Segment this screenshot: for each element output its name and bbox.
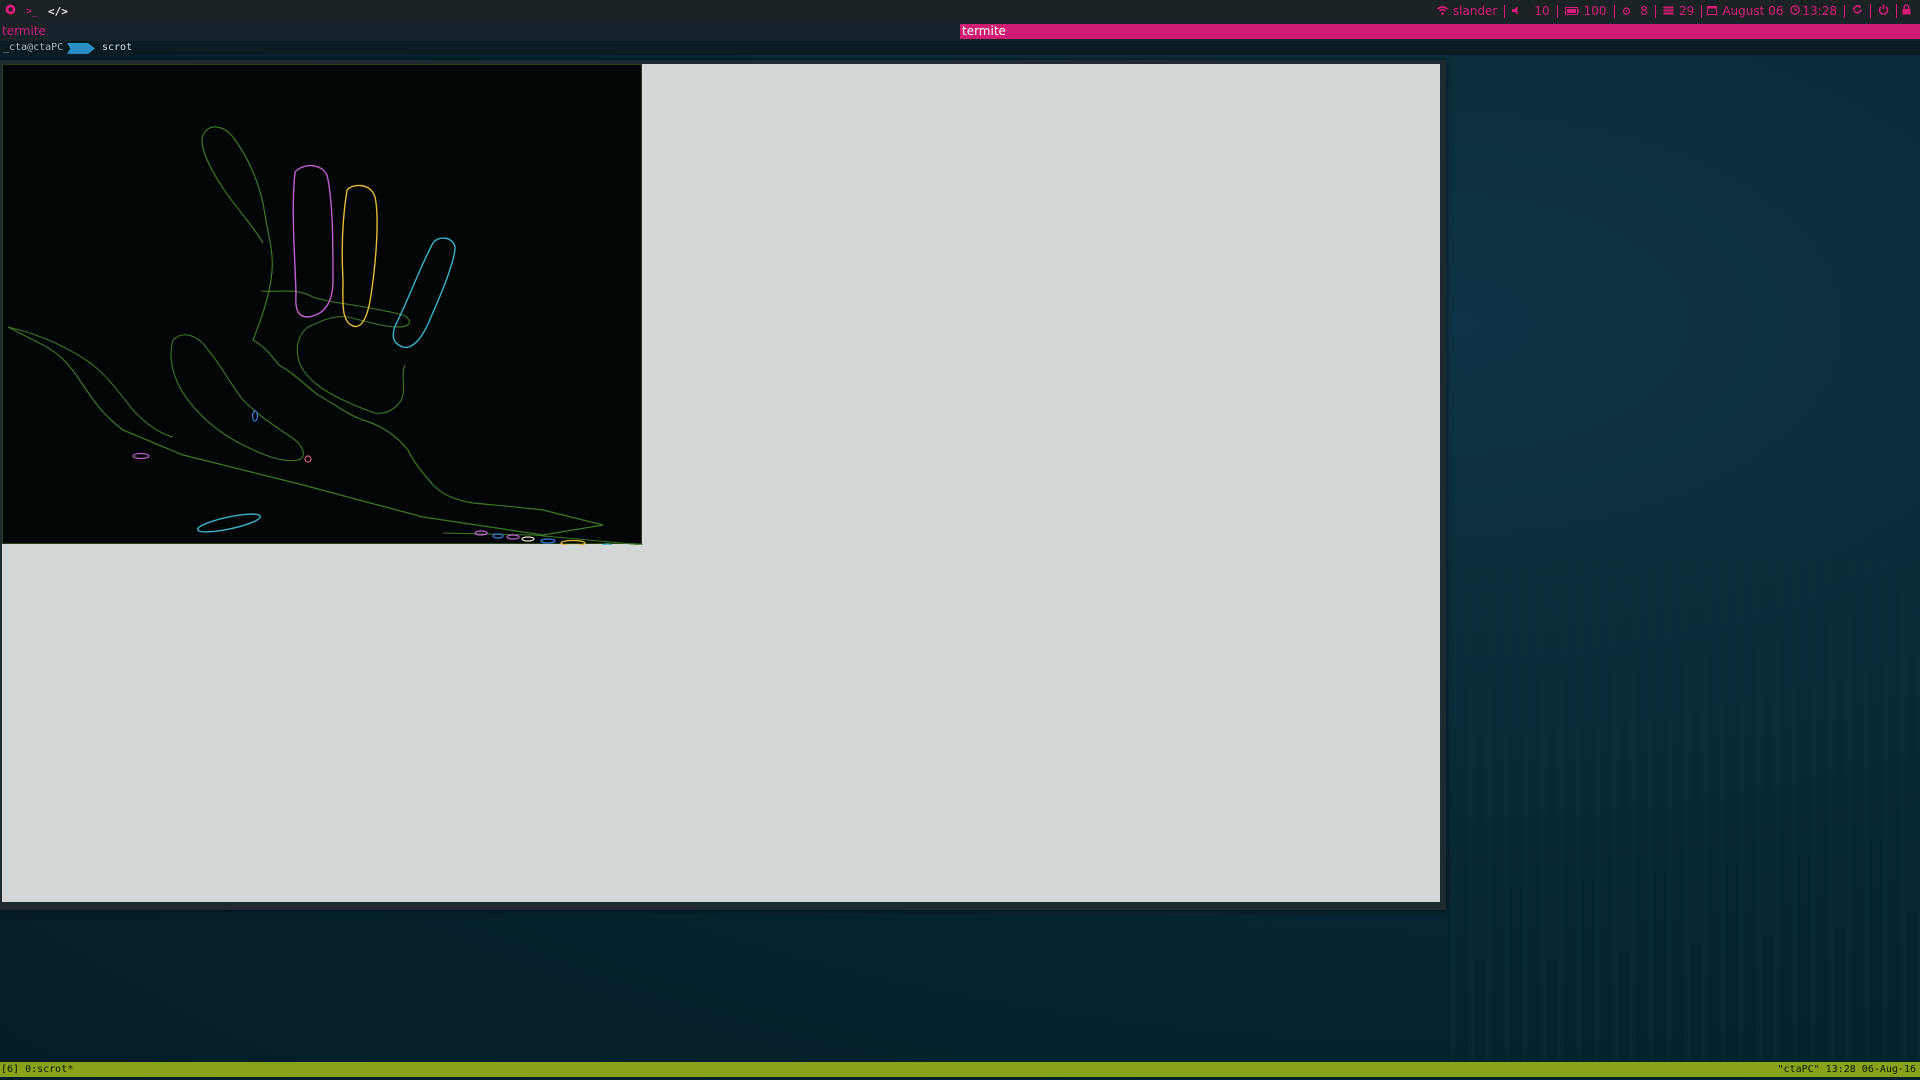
time-value: 13:28 <box>1802 3 1837 18</box>
hand-outline-contour <box>7 126 604 536</box>
cpu-indicator[interactable]: ⚙ 8 <box>1615 3 1657 18</box>
cpu-value: 8 <box>1640 3 1649 18</box>
chain-blob-5 <box>540 538 556 544</box>
refresh-icon <box>1852 4 1863 18</box>
window-title-active[interactable]: termite <box>960 24 1920 39</box>
hand-contour-drawing <box>7 126 643 545</box>
chain-blob-7 <box>601 543 613 545</box>
lock-icon <box>1902 4 1911 18</box>
panel-launchers: >_ </> <box>0 4 68 18</box>
memory-icon <box>1663 5 1674 18</box>
wallpaper-pattern <box>1450 560 1920 1060</box>
blob-contour-pink <box>304 455 312 463</box>
time-indicator[interactable]: 13:28 <box>1788 3 1845 18</box>
power-icon <box>1878 4 1889 18</box>
wifi-network-label: slander <box>1452 3 1498 18</box>
panel-indicators: slander 10 100 ⚙ 8 29 August 06 13:28 <box>1430 4 1920 18</box>
prompt-user: _cta@ctaPC <box>3 42 64 53</box>
blob-chain-contours <box>474 530 613 545</box>
tmux-status-right: "ctaPC" 13:28 06-Aug-16 <box>1777 1064 1916 1075</box>
volume-value: 10 <box>1534 3 1550 18</box>
chain-blob-4 <box>521 536 535 542</box>
date-value: August 06 <box>1722 3 1784 18</box>
prompt-arrow-icon <box>67 43 95 54</box>
battery-indicator[interactable]: 100 <box>1558 3 1615 18</box>
wifi-icon <box>1436 5 1448 18</box>
clock-icon <box>1790 4 1801 18</box>
chain-blob-6 <box>560 539 586 545</box>
palm-contour <box>260 290 410 414</box>
terminal-icon[interactable]: >_ <box>26 6 38 17</box>
date-indicator[interactable]: August 06 <box>1702 3 1788 18</box>
blob-contour-blue <box>251 410 259 422</box>
wifi-indicator[interactable]: slander <box>1430 3 1506 18</box>
chain-blob-1 <box>474 530 488 536</box>
prompt-command: scrot <box>102 42 133 53</box>
chain-blob-3 <box>506 534 520 540</box>
terminal-prompt-line[interactable]: _cta@ctaPC scrot <box>0 41 1920 55</box>
code-icon[interactable]: </> <box>48 5 68 18</box>
volume-indicator[interactable]: 10 <box>1505 3 1558 18</box>
image-viewer-window[interactable] <box>0 60 1446 910</box>
window-title-bar: termite termite <box>0 22 1920 41</box>
viewer-canvas[interactable] <box>2 64 1440 902</box>
chain-blob-2 <box>492 533 504 539</box>
blob-contour-cyan <box>196 513 262 533</box>
finger-contour-magenta <box>292 164 334 318</box>
lock-button[interactable] <box>1897 4 1916 18</box>
window-title-inactive[interactable]: termite <box>2 24 46 38</box>
volume-icon <box>1512 5 1521 18</box>
thumb-contour <box>170 334 304 462</box>
memory-value: 29 <box>1679 3 1695 18</box>
top-panel: >_ </> slander 10 100 ⚙ 8 29 August 06 1… <box>0 0 1920 22</box>
gear-icon: ⚙ <box>1621 4 1632 18</box>
battery-icon <box>1564 5 1579 18</box>
tmux-status-bar: [6] 0:scrot* "ctaPC" 13:28 06-Aug-16 <box>0 1062 1920 1077</box>
power-button[interactable] <box>1871 4 1897 18</box>
finger-contour-yellow <box>341 184 378 328</box>
refresh-button[interactable] <box>1845 4 1871 18</box>
finger-contour-cyan <box>392 237 456 349</box>
blob-contour-magenta <box>132 452 150 460</box>
app-logo-icon[interactable] <box>5 4 16 18</box>
memory-indicator[interactable]: 29 <box>1656 3 1703 18</box>
battery-value: 100 <box>1583 3 1607 18</box>
calendar-icon <box>1707 5 1718 18</box>
wrist-contour <box>7 326 174 438</box>
tmux-window-list[interactable]: [6] 0:scrot* <box>1 1062 73 1077</box>
contour-image <box>2 64 643 545</box>
